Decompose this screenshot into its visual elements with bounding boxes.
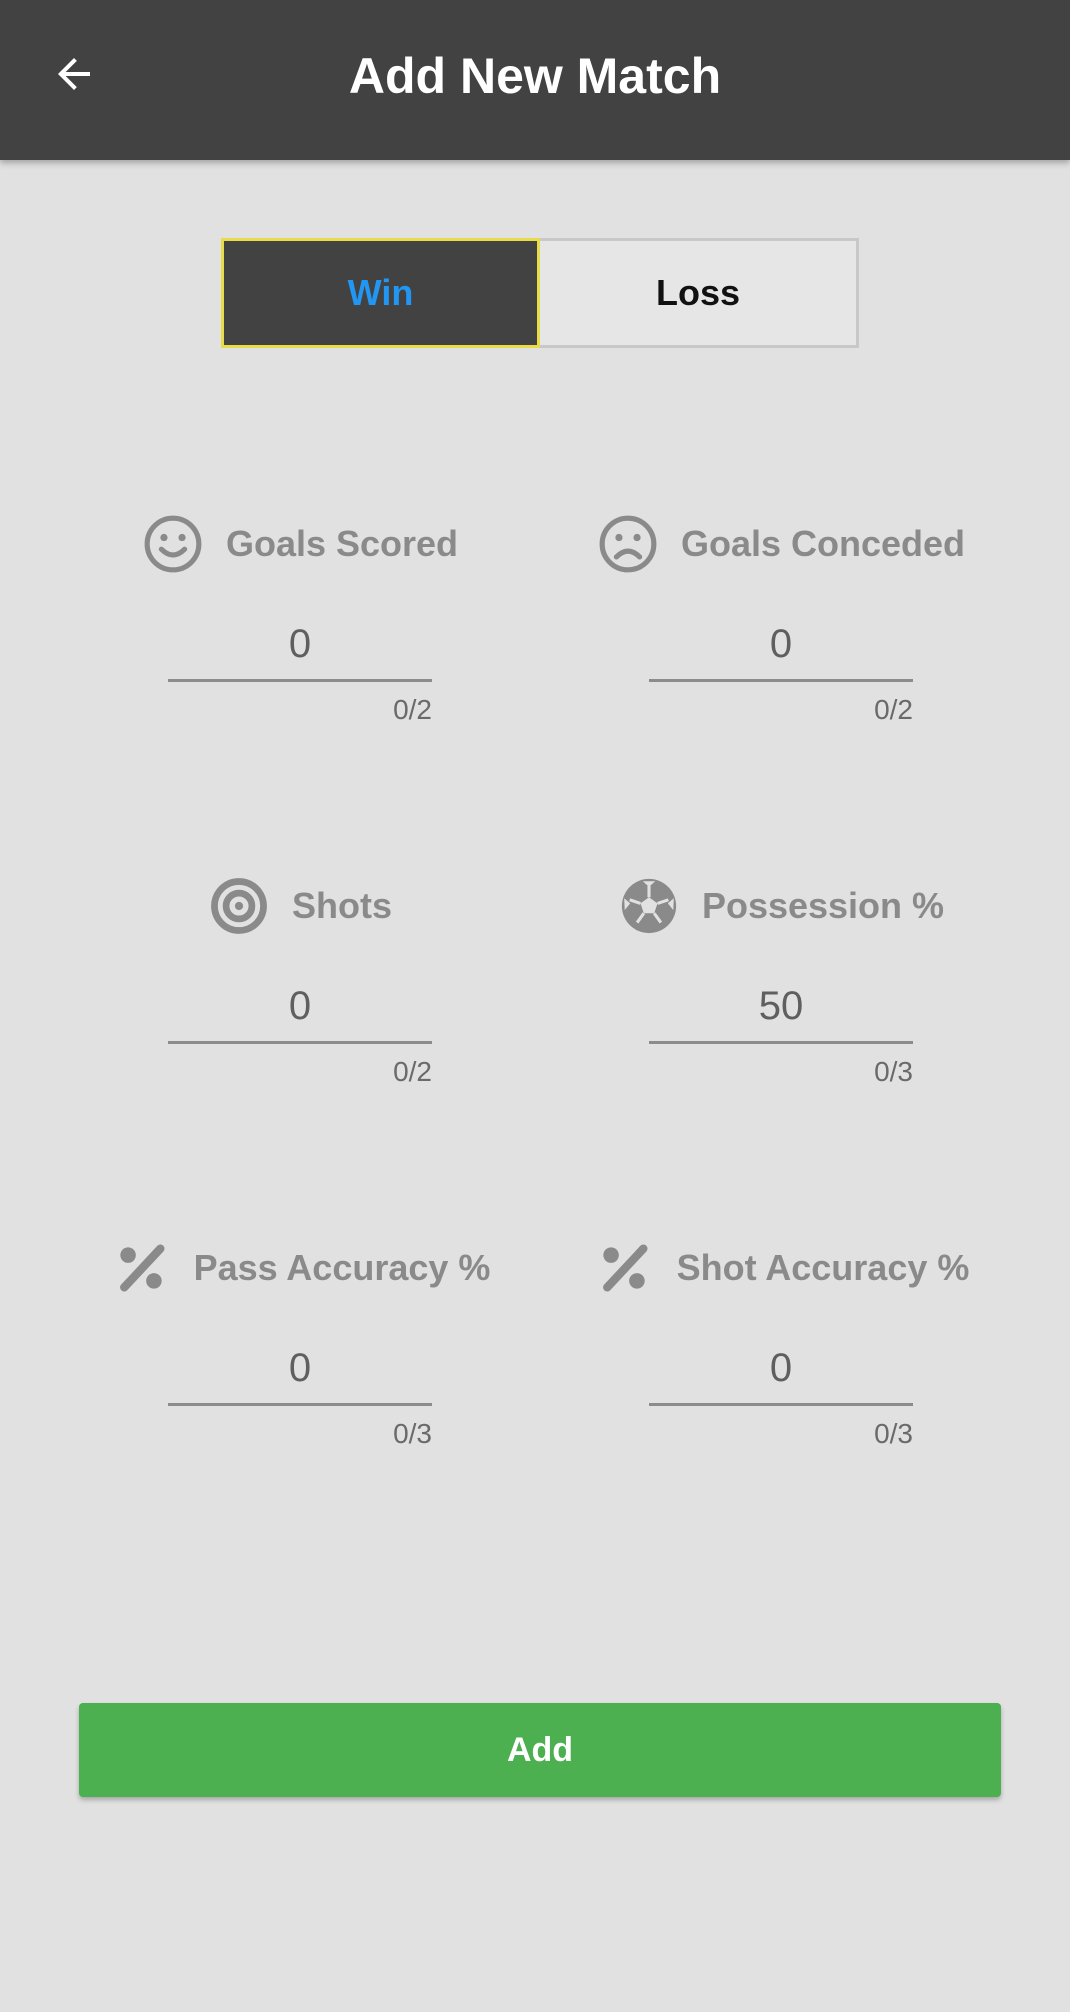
app-bar: Add New Match	[0, 0, 1070, 160]
goals-conceded-counter: 0/2	[874, 694, 913, 725]
pass-accuracy-counter: 0/3	[393, 1418, 432, 1449]
shots-label: Shots	[291, 885, 392, 926]
field-label-row: Goals Conceded	[541, 508, 1021, 580]
loss-toggle-button[interactable]: Loss	[540, 238, 859, 348]
shot-accuracy-field: Shot Accuracy % 0/3	[541, 1232, 1021, 1502]
field-label-row: Goals Scored	[60, 508, 540, 580]
shot-accuracy-counter: 0/3	[874, 1418, 913, 1449]
add-button[interactable]: Add	[79, 1703, 1001, 1797]
pass-accuracy-field: Pass Accuracy % 0/3	[60, 1232, 540, 1502]
goals-conceded-field: Goals Conceded 0/2	[541, 508, 1021, 778]
percent-icon	[602, 1244, 648, 1292]
pass-accuracy-label: Pass Accuracy %	[193, 1247, 491, 1288]
goals-conceded-label: Goals Conceded	[680, 523, 966, 564]
shot-accuracy-input[interactable]	[649, 1342, 913, 1406]
shots-field: Shots 0/2	[60, 870, 540, 1140]
smile-icon	[144, 515, 202, 573]
target-icon	[211, 878, 267, 934]
field-label-row: Pass Accuracy %	[60, 1232, 540, 1304]
field-label-row: Shot Accuracy %	[541, 1232, 1021, 1304]
page-title: Add New Match	[348, 48, 722, 104]
shots-counter: 0/2	[393, 1056, 432, 1087]
goals-scored-input[interactable]	[168, 618, 432, 682]
goals-scored-field: Goals Scored 0/2	[60, 508, 540, 778]
pass-accuracy-input[interactable]	[168, 1342, 432, 1406]
possession-label: Possession %	[701, 885, 945, 926]
field-label-row: Possession %	[541, 870, 1021, 942]
field-label-row: Shots	[60, 870, 540, 942]
goals-scored-label: Goals Scored	[225, 523, 459, 564]
percent-icon	[119, 1244, 165, 1292]
soccer-ball-icon	[621, 878, 677, 934]
shot-accuracy-label: Shot Accuracy %	[676, 1247, 970, 1288]
win-toggle-button[interactable]: Win	[221, 238, 540, 348]
possession-input[interactable]	[649, 980, 913, 1044]
sad-face-icon	[599, 515, 657, 573]
possession-field: Possession % 0/3	[541, 870, 1021, 1140]
shots-input[interactable]	[168, 980, 432, 1044]
goals-conceded-input[interactable]	[649, 618, 913, 682]
goals-scored-counter: 0/2	[393, 694, 432, 725]
result-toggle: Win Loss	[221, 238, 859, 348]
possession-counter: 0/3	[874, 1056, 913, 1087]
